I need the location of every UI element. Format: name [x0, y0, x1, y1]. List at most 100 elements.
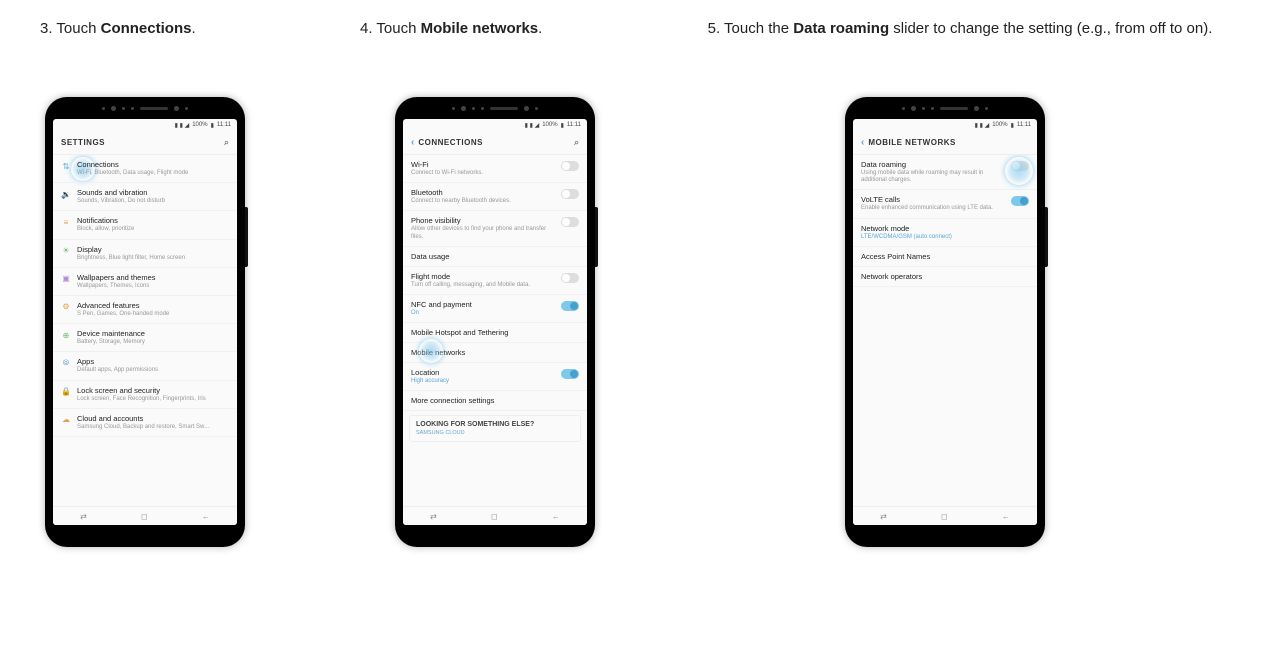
- recents-button[interactable]: ⇄: [430, 512, 437, 521]
- row-subtitle: Brightness, Blue light filter, Home scre…: [77, 255, 229, 262]
- connections-row[interactable]: Flight modeTurn off calling, messaging, …: [403, 267, 587, 295]
- mobilenet-row[interactable]: Network operators: [853, 267, 1037, 287]
- status-bar: ▮ ▮ ◢ 100% ▮ 11:11: [853, 119, 1037, 131]
- category-icon: ≡: [61, 217, 71, 227]
- mobilenet-row[interactable]: VoLTE callsEnable enhanced communication…: [853, 190, 1037, 218]
- category-icon: ⇅: [61, 161, 71, 171]
- status-bar: ▮ ▮ ◢ 100% ▮ 11:11: [53, 119, 237, 131]
- step-4-text: 4. Touch Mobile networks.: [360, 20, 620, 37]
- mobilenet-row[interactable]: Network modeLTE/WCDMA/GSM (auto connect): [853, 219, 1037, 247]
- settings-row[interactable]: ⊕ Device maintenanceBattery, Storage, Mem…: [53, 324, 237, 352]
- row-title: Notifications: [77, 216, 229, 225]
- settings-row[interactable]: ☁Cloud and accountsSamsung Cloud, Backup…: [53, 409, 237, 437]
- row-title: VoLTE calls: [861, 195, 1005, 204]
- category-icon: ☀: [61, 246, 71, 256]
- row-title: Flight mode: [411, 272, 555, 281]
- row-subtitle: On: [411, 310, 555, 317]
- settings-row[interactable]: ≡NotificationsBlock, allow, prioritize: [53, 211, 237, 239]
- recents-button[interactable]: ⇄: [80, 512, 87, 521]
- row-title: Network operators: [861, 272, 1029, 281]
- mobilenet-row[interactable]: Data roamingUsing mobile data while roam…: [853, 155, 1037, 190]
- back-icon[interactable]: ‹: [411, 137, 414, 148]
- home-button[interactable]: ◻: [941, 512, 948, 521]
- phone-step-3: ▮ ▮ ◢ 100% ▮ 11:11 SETTINGS ⌕ ⇅Connectio…: [45, 97, 245, 547]
- settings-row[interactable]: ⦾AppsDefault apps, App permissions: [53, 352, 237, 380]
- row-subtitle: Lock screen, Face Recognition, Fingerpri…: [77, 396, 229, 403]
- row-title: Network mode: [861, 224, 1029, 233]
- connections-list: Wi-FiConnect to Wi-Fi networks.Bluetooth…: [403, 155, 587, 506]
- row-title: More connection settings: [411, 396, 579, 405]
- settings-list: ⇅ConnectionsWi-Fi, Bluetooth, Data usage…: [53, 155, 237, 506]
- row-title: NFC and payment: [411, 300, 555, 309]
- row-subtitle: Sounds, Vibration, Do not disturb: [77, 198, 229, 205]
- search-icon[interactable]: ⌕: [574, 137, 579, 148]
- settings-row[interactable]: ⚙Advanced featuresS Pen, Games, One-hand…: [53, 296, 237, 324]
- category-icon: 🔉: [61, 189, 71, 199]
- category-icon: ⊕: [61, 330, 71, 340]
- connections-row[interactable]: BluetoothConnect to nearby Bluetooth dev…: [403, 183, 587, 211]
- phone-step-4: ▮ ▮ ◢ 100% ▮ 11:11 ‹ CONNECTIONS ⌕ Wi-Fi…: [395, 97, 595, 547]
- connections-row[interactable]: More connection settings: [403, 391, 587, 411]
- row-subtitle: S Pen, Games, One-handed mode: [77, 311, 229, 318]
- row-title: Device maintenance: [77, 329, 229, 338]
- toggle-switch[interactable]: [561, 301, 579, 311]
- toggle-switch[interactable]: [561, 161, 579, 171]
- toggle-switch[interactable]: [1011, 196, 1029, 206]
- connections-row[interactable]: LocationHigh accuracy: [403, 363, 587, 391]
- mobilenet-row[interactable]: Access Point Names: [853, 247, 1037, 267]
- row-title: Cloud and accounts: [77, 414, 229, 423]
- connections-row[interactable]: Phone visibilityAllow other devices to f…: [403, 211, 587, 246]
- phones-row: ▮ ▮ ◢ 100% ▮ 11:11 SETTINGS ⌕ ⇅Connectio…: [40, 97, 1235, 547]
- row-title: Data usage: [411, 252, 579, 261]
- instruction-row: 3. Touch Connections. 4. Touch Mobile ne…: [40, 20, 1235, 107]
- battery-icon: ▮: [561, 122, 564, 129]
- row-title: Mobile Hotspot and Tethering: [411, 328, 579, 337]
- settings-row[interactable]: ⇅ConnectionsWi-Fi, Bluetooth, Data usage…: [53, 155, 237, 183]
- category-icon: ▣: [61, 274, 71, 284]
- row-subtitle: Connect to nearby Bluetooth devices.: [411, 198, 555, 205]
- home-button[interactable]: ◻: [141, 512, 148, 521]
- status-bar: ▮ ▮ ◢ 100% ▮ 11:11: [403, 119, 587, 131]
- search-icon[interactable]: ⌕: [224, 137, 229, 148]
- row-subtitle: Battery, Storage, Memory: [77, 339, 229, 346]
- category-icon: ⦾: [61, 358, 71, 368]
- page-title: SETTINGS: [61, 138, 224, 147]
- settings-row[interactable]: ☀DisplayBrightness, Blue light filter, H…: [53, 240, 237, 268]
- connections-row[interactable]: Data usage: [403, 247, 587, 267]
- battery-icon: ▮: [211, 122, 214, 129]
- back-icon[interactable]: ‹: [861, 137, 864, 148]
- toggle-switch[interactable]: [561, 369, 579, 379]
- row-title: Location: [411, 368, 555, 377]
- row-title: Lock screen and security: [77, 386, 229, 395]
- row-subtitle: Default apps, App permissions: [77, 367, 229, 374]
- row-subtitle: Turn off calling, messaging, and Mobile …: [411, 282, 555, 289]
- settings-row[interactable]: 🔉Sounds and vibrationSounds, Vibration, …: [53, 183, 237, 211]
- page-title: CONNECTIONS: [418, 138, 574, 147]
- home-button[interactable]: ◻: [491, 512, 498, 521]
- looking-title: LOOKING FOR SOMETHING ELSE?: [416, 421, 574, 428]
- connections-row[interactable]: Mobile networks: [403, 343, 587, 363]
- connections-row[interactable]: Mobile Hotspot and Tethering: [403, 323, 587, 343]
- connections-row[interactable]: Wi-FiConnect to Wi-Fi networks.: [403, 155, 587, 183]
- settings-row[interactable]: 🔒Lock screen and securityLock screen, Fa…: [53, 381, 237, 409]
- back-button[interactable]: ←: [1002, 512, 1010, 521]
- row-subtitle: Enable enhanced communication using LTE …: [861, 205, 1005, 212]
- toggle-switch[interactable]: [561, 189, 579, 199]
- category-icon: ☁: [61, 415, 71, 425]
- row-title: Data roaming: [861, 160, 1005, 169]
- settings-row[interactable]: ▣Wallpapers and themesWallpapers, Themes…: [53, 268, 237, 296]
- back-button[interactable]: ←: [202, 512, 210, 521]
- step-3-text: 3. Touch Connections.: [40, 20, 300, 37]
- row-subtitle: LTE/WCDMA/GSM (auto connect): [861, 234, 1029, 241]
- looking-for-box[interactable]: LOOKING FOR SOMETHING ELSE? SAMSUNG CLOUD: [409, 415, 581, 442]
- looking-link[interactable]: SAMSUNG CLOUD: [416, 430, 574, 436]
- toggle-switch[interactable]: [1011, 161, 1029, 171]
- row-title: Advanced features: [77, 301, 229, 310]
- back-button[interactable]: ←: [552, 512, 560, 521]
- toggle-switch[interactable]: [561, 273, 579, 283]
- row-title: Mobile networks: [411, 348, 579, 357]
- connections-row[interactable]: NFC and paymentOn: [403, 295, 587, 323]
- recents-button[interactable]: ⇄: [880, 512, 887, 521]
- toggle-switch[interactable]: [561, 217, 579, 227]
- signal-icon: ▮ ▮ ◢: [975, 122, 990, 129]
